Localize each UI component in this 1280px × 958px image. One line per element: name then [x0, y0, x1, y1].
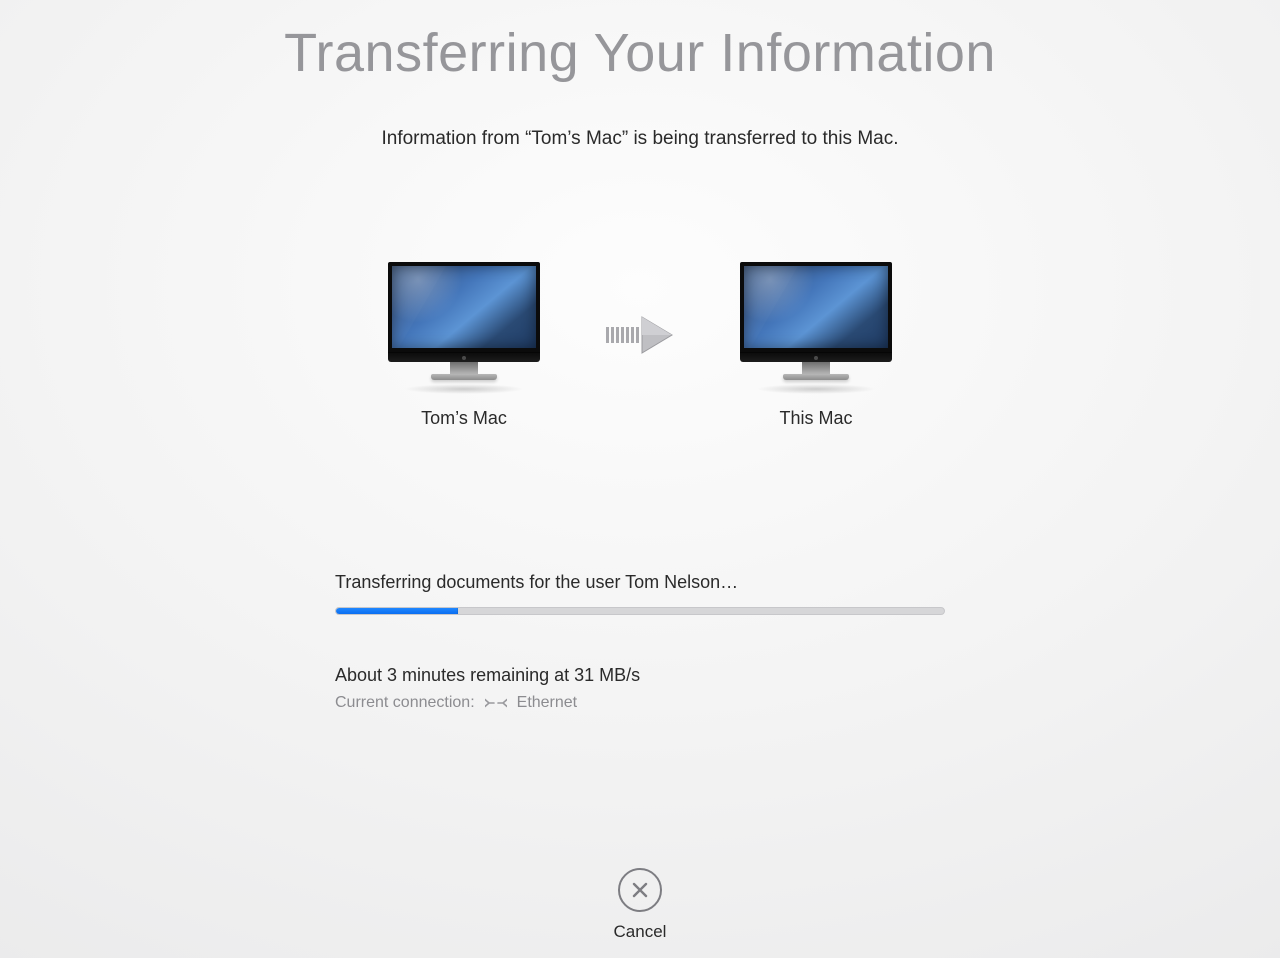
page-subtitle: Information from “Tom’s Mac” is being tr…: [0, 128, 1280, 150]
transfer-arrow-icon: [606, 315, 674, 355]
progress-bar-fill: [336, 608, 458, 614]
cancel-button[interactable]: [618, 868, 662, 912]
ethernet-icon: [485, 696, 507, 710]
device-row: Tom’s Mac: [0, 262, 1280, 429]
destination-monitor-icon: [740, 262, 892, 394]
destination-device: This Mac: [706, 262, 926, 429]
page-title: Transferring Your Information: [0, 22, 1280, 84]
source-device: Tom’s Mac: [354, 262, 574, 429]
cancel-label: Cancel: [614, 922, 667, 942]
connection-line: Current connection: Ethernet: [335, 694, 945, 712]
connection-type: Ethernet: [517, 694, 577, 712]
source-device-label: Tom’s Mac: [421, 408, 507, 429]
progress-status-text: Transferring documents for the user Tom …: [335, 572, 945, 593]
source-monitor-icon: [388, 262, 540, 394]
progress-bar: [335, 607, 945, 615]
cancel-area: Cancel: [0, 868, 1280, 942]
close-icon: [630, 880, 650, 900]
progress-section: Transferring documents for the user Tom …: [335, 572, 945, 712]
migration-transfer-screen: Transferring Your Information Informatio…: [0, 0, 1280, 958]
connection-label: Current connection:: [335, 694, 475, 712]
destination-device-label: This Mac: [779, 408, 852, 429]
progress-eta-text: About 3 minutes remaining at 31 MB/s: [335, 665, 945, 686]
